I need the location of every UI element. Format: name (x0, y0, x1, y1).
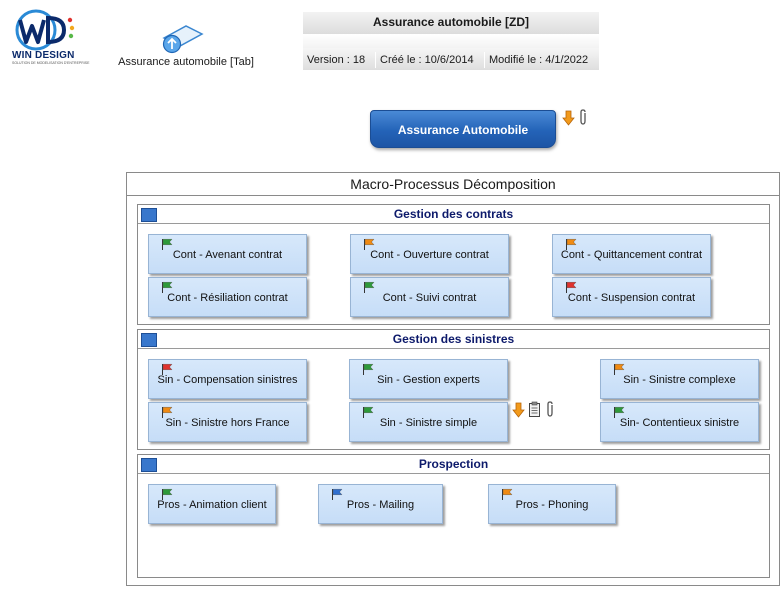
header-divider (484, 52, 485, 68)
process-sin-contentieux-sinistre[interactable]: Sin- Contentieux sinistre (600, 402, 759, 442)
diagram-header-card: Assurance automobile [ZD] Version : 18 C… (303, 12, 599, 70)
process-label: Pros - Phoning (515, 499, 589, 511)
paperclip-icon[interactable] (578, 109, 588, 126)
process-cont-suivi-contrat[interactable]: Cont - Suivi contrat (350, 277, 509, 317)
process-label: Cont - Avenant contrat (172, 249, 283, 261)
group-square-icon (141, 333, 157, 347)
main-process-button[interactable]: Assurance Automobile (370, 110, 556, 148)
header-divider (375, 52, 376, 68)
paperclip-icon[interactable] (545, 401, 555, 418)
process-label: Sin - Sinistre complexe (623, 374, 736, 386)
process-cont-suspension-contrat[interactable]: Cont - Suspension contrat (552, 277, 711, 317)
process-label: Sin - Compensation sinistres (157, 374, 298, 386)
process-label: Sin - Gestion experts (377, 374, 480, 386)
group-square-icon (141, 208, 157, 222)
process-label: Sin - Sinistre simple (379, 417, 478, 429)
process-label: Pros - Animation client (157, 499, 267, 511)
process-label: Pros - Mailing (346, 499, 415, 511)
process-label: Cont - Suivi contrat (382, 292, 477, 304)
process-label: Cont - Quittancement contrat (560, 249, 703, 261)
process-sin-sinistre-complexe[interactable]: Sin - Sinistre complexe (600, 359, 759, 399)
process-label: Cont - Ouverture contrat (370, 249, 489, 261)
process-cont-quittancement-contrat[interactable]: Cont - Quittancement contrat (552, 234, 711, 274)
process-pros-mailing[interactable]: Pros - Mailing (318, 484, 443, 524)
header-spacer (303, 34, 599, 48)
process-label: Sin - Sinistre hors France (165, 417, 290, 429)
process-cont-resiliation-contrat[interactable]: Cont - Résiliation contrat (148, 277, 307, 317)
version-label: Version : 18 (307, 54, 366, 66)
header-meta-row: Version : 18 Créé le : 10/6/2014 Modifié… (303, 48, 599, 70)
process-sin-sinistre-hors-france[interactable]: Sin - Sinistre hors France (148, 402, 307, 442)
group-title: Prospection (138, 455, 769, 474)
process-cont-avenant-contrat[interactable]: Cont - Avenant contrat (148, 234, 307, 274)
logo-wordmark: WIN DESIGN (12, 50, 75, 61)
process-pros-animation-client[interactable]: Pros - Animation client (148, 484, 276, 524)
process-label: Sin- Contentieux sinistre (619, 417, 740, 429)
group-square-icon (141, 458, 157, 472)
tab-link-label[interactable]: Assurance automobile [Tab] (100, 56, 272, 68)
group-title: Gestion des contrats (138, 205, 769, 224)
process-label: Cont - Suspension contrat (567, 292, 696, 304)
process-label: Cont - Résiliation contrat (167, 292, 288, 304)
group-title: Gestion des sinistres (138, 330, 769, 349)
logo-tagline: SOLUTION DE MODELISATION D'ENTREPRISE (12, 61, 90, 65)
clipboard-icon[interactable] (528, 401, 541, 418)
diagram-title: Assurance automobile [ZD] (303, 12, 599, 34)
drill-down-arrow-icon[interactable] (512, 402, 525, 418)
macro-process-title: Macro-Processus Décomposition (127, 173, 779, 196)
process-cont-ouverture-contrat[interactable]: Cont - Ouverture contrat (350, 234, 509, 274)
process-sin-compensation-sinistres[interactable]: Sin - Compensation sinistres (148, 359, 307, 399)
process-sin-sinistre-simple[interactable]: Sin - Sinistre simple (349, 402, 508, 442)
process-pros-phoning[interactable]: Pros - Phoning (488, 484, 616, 524)
tab-shortcut-icon[interactable] (160, 24, 204, 54)
created-label: Créé le : 10/6/2014 (380, 54, 474, 66)
modified-label: Modifié le : 4/1/2022 (489, 54, 589, 66)
process-sin-gestion-experts[interactable]: Sin - Gestion experts (349, 359, 508, 399)
drill-down-arrow-icon[interactable] (562, 110, 575, 126)
